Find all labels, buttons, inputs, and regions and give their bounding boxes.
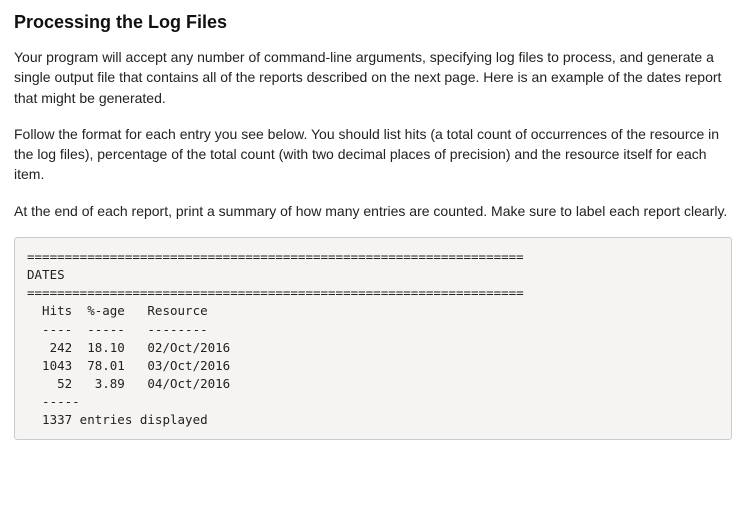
intro-paragraph-2: Follow the format for each entry you see…: [14, 124, 732, 185]
intro-paragraph-3: At the end of each report, print a summa…: [14, 201, 732, 221]
sample-report-block: ========================================…: [14, 237, 732, 440]
intro-paragraph-1: Your program will accept any number of c…: [14, 47, 732, 108]
section-heading: Processing the Log Files: [14, 12, 732, 33]
